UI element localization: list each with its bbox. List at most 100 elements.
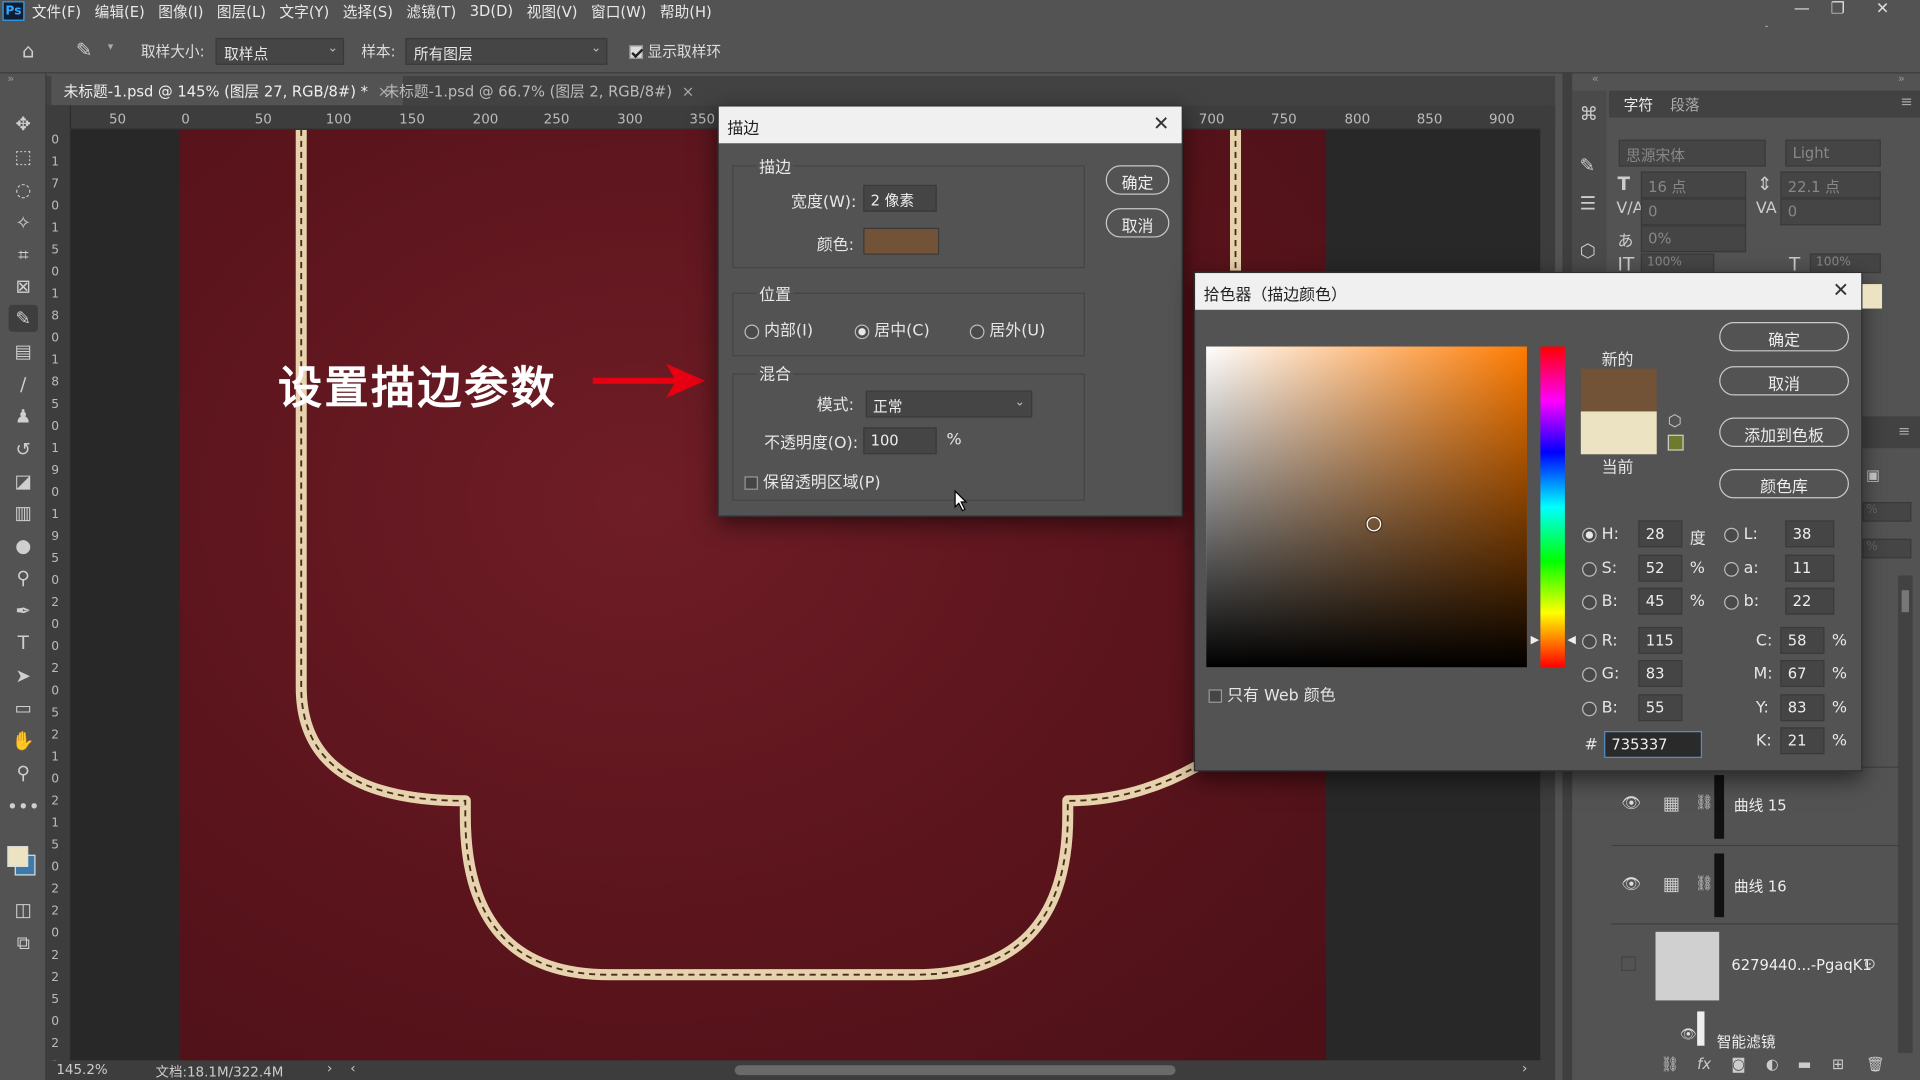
quick-mask-icon[interactable]: ◫ xyxy=(9,896,38,923)
link-icon[interactable]: ⛓ xyxy=(1695,793,1714,810)
h-input[interactable]: 28 xyxy=(1638,520,1683,548)
b-radio[interactable] xyxy=(1582,594,1597,610)
layer-row[interactable]: 👁 ▦ ⛓ 曲线 16 xyxy=(1611,844,1901,923)
shape-tool-icon[interactable]: ▭ xyxy=(9,694,38,721)
layer-thumbnail[interactable] xyxy=(1655,931,1720,1001)
tsume-field[interactable]: 0% xyxy=(1640,225,1747,253)
fill-field[interactable]: % xyxy=(1862,538,1912,559)
lasso-tool-icon[interactable]: ◌ xyxy=(9,176,38,203)
opacity-field[interactable]: % xyxy=(1862,502,1912,522)
layer-mask-thumbnail[interactable] xyxy=(1714,775,1725,839)
color-swatches[interactable] xyxy=(7,840,41,889)
c-input[interactable]: 58 xyxy=(1780,626,1825,654)
3d-panel-icon[interactable]: ⬡ xyxy=(1580,240,1596,262)
hue-slider[interactable] xyxy=(1540,346,1565,668)
adjust-panel-icon[interactable]: ☰ xyxy=(1580,192,1596,214)
h-option[interactable]: H: xyxy=(1582,525,1619,544)
opacity-input[interactable]: 100 xyxy=(863,427,937,455)
web-safe-swatch[interactable] xyxy=(1667,434,1684,451)
show-ring-checkbox[interactable] xyxy=(629,45,643,59)
hue-slider-right-arrow-icon[interactable]: ◀ xyxy=(1567,634,1575,646)
l-input[interactable]: 38 xyxy=(1785,520,1835,548)
layer-name[interactable]: 曲线 15 xyxy=(1734,795,1787,816)
m-input[interactable]: 67 xyxy=(1780,660,1825,687)
hue-slider-left-arrow-icon[interactable]: ▶ xyxy=(1531,634,1539,646)
lab-b-input[interactable]: 22 xyxy=(1785,587,1835,615)
visibility-toggle[interactable] xyxy=(1621,956,1636,972)
a-radio[interactable] xyxy=(1724,561,1739,577)
r-radio[interactable] xyxy=(1582,633,1597,649)
tab-document-1[interactable]: 未标题-1.psd @ 145% (图层 27, RGB/8#) * × xyxy=(51,75,403,106)
adjustment-layer-icon[interactable]: ◐ xyxy=(1766,1056,1779,1073)
menu-filter[interactable]: 滤镜(T) xyxy=(406,1,456,22)
horizontal-scrollbar[interactable] xyxy=(734,1065,1176,1076)
horizontal-scale-field[interactable]: 100% xyxy=(1809,253,1881,274)
fx-icon[interactable]: fx xyxy=(1697,1056,1711,1073)
blue-radio[interactable] xyxy=(1582,701,1597,716)
add-to-swatches-button[interactable]: 添加到色板 xyxy=(1719,417,1849,447)
dialog-titlebar[interactable]: 描边 ✕ xyxy=(718,106,1182,144)
lab-b-radio[interactable] xyxy=(1724,594,1739,610)
visibility-eye-icon[interactable]: 👁 xyxy=(1621,876,1641,894)
marquee-tool-icon[interactable]: ⬚ xyxy=(9,143,38,170)
scroll-right-icon[interactable]: › xyxy=(1522,1060,1527,1076)
l-option[interactable]: L: xyxy=(1724,525,1758,544)
brush-tool-icon[interactable]: ∕ xyxy=(9,371,38,398)
doc-size[interactable]: 文档:18.1M/322.4M xyxy=(156,1062,284,1080)
scroll-left-icon[interactable]: ‹ xyxy=(350,1060,355,1076)
width-input[interactable]: 2 像素 xyxy=(863,184,937,212)
web-only-checkbox[interactable] xyxy=(1208,689,1223,703)
history-brush-tool-icon[interactable]: ↺ xyxy=(9,436,38,463)
eyedropper-preset-icon[interactable]: ✎ xyxy=(76,38,92,61)
leading-field[interactable]: 22.1 点 xyxy=(1780,171,1881,199)
layer-name[interactable]: 智能滤镜 xyxy=(1717,1031,1776,1052)
menu-file[interactable]: 文件(F) xyxy=(32,1,81,22)
home-icon[interactable]: ⌂ xyxy=(22,39,34,62)
b-input[interactable]: 45 xyxy=(1638,587,1683,615)
healing-brush-tool-icon[interactable]: ▤ xyxy=(9,338,38,365)
web-only-option[interactable]: 只有 Web 颜色 xyxy=(1208,682,1336,705)
zoom-tool-icon[interactable]: ⚲ xyxy=(9,759,38,786)
collapse-icon[interactable]: « xyxy=(1592,73,1599,85)
location-outside-radio[interactable] xyxy=(969,323,985,339)
link-layers-icon[interactable]: ⛓ xyxy=(1660,1056,1679,1073)
lock-icon[interactable]: ▣ xyxy=(1866,467,1880,484)
more-tools-icon[interactable]: ••• xyxy=(7,793,40,820)
preserve-transparency-option[interactable]: 保留透明区域(P) xyxy=(744,469,881,492)
menu-help[interactable]: 帮助(H) xyxy=(660,1,712,22)
group-folder-icon[interactable]: ▬ xyxy=(1798,1056,1812,1073)
location-center-radio[interactable] xyxy=(854,323,870,339)
visibility-eye-icon[interactable]: 👁 xyxy=(1680,1026,1697,1042)
panel-menu-icon[interactable]: ≡ xyxy=(1898,422,1910,439)
chevron-right-icon[interactable]: › xyxy=(327,1060,332,1076)
a-input[interactable]: 11 xyxy=(1785,554,1835,582)
show-ring-toggle[interactable]: 显示取样环 xyxy=(629,40,721,61)
menu-select[interactable]: 选择(S) xyxy=(343,1,393,22)
r-input[interactable]: 115 xyxy=(1638,626,1683,654)
trash-icon[interactable]: 🗑 xyxy=(1866,1056,1885,1073)
layer-row[interactable]: 6279440...-PgaqK1 ⊙ xyxy=(1611,923,1901,1009)
b-option[interactable]: B: xyxy=(1582,593,1618,611)
s-option[interactable]: S: xyxy=(1582,560,1617,578)
y-input[interactable]: 83 xyxy=(1780,694,1825,722)
close-tab-icon[interactable]: × xyxy=(682,83,694,100)
location-center-option[interactable]: 居中(C) xyxy=(854,317,930,340)
sample-size-select[interactable]: 取样点 ⌄ xyxy=(215,37,345,65)
gradient-tool-icon[interactable]: ▥ xyxy=(9,500,38,527)
type-tool-icon[interactable]: T xyxy=(9,629,38,656)
r-option[interactable]: R: xyxy=(1582,632,1618,650)
preset-chevron-down-icon[interactable]: ▾ xyxy=(108,42,114,54)
color-field[interactable] xyxy=(1206,346,1527,668)
panel-color-swatch[interactable] xyxy=(1862,284,1883,309)
panel-menu-icon[interactable]: ≡ xyxy=(1900,93,1912,110)
layer-row[interactable]: 👁 ▦ ⛓ 曲线 15 xyxy=(1611,766,1901,845)
current-color-swatch[interactable] xyxy=(1580,411,1657,455)
location-outside-option[interactable]: 居外(U) xyxy=(969,317,1045,340)
menu-3d[interactable]: 3D(D) xyxy=(470,2,513,19)
menu-edit[interactable]: 编辑(E) xyxy=(95,1,145,22)
stroke-color-swatch[interactable] xyxy=(863,227,940,255)
color-selector-circle[interactable] xyxy=(1366,516,1382,532)
sample-select[interactable]: 所有图层 ⌄ xyxy=(405,37,608,65)
foreground-color-swatch[interactable] xyxy=(7,846,29,867)
font-size-field[interactable]: 16 点 xyxy=(1640,171,1747,199)
